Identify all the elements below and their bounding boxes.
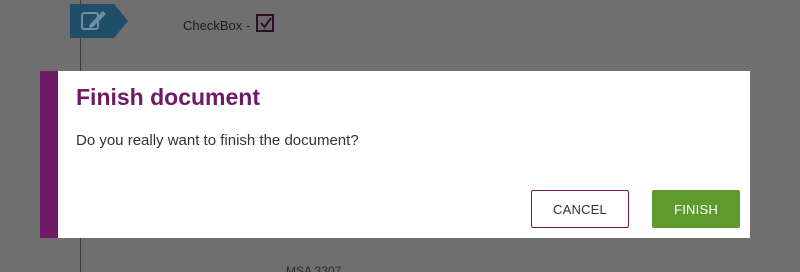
dialog-title: Finish document — [76, 84, 260, 110]
dialog-accent-bar — [40, 71, 58, 238]
check-icon — [260, 17, 272, 29]
dialog-message: Do you really want to finish the documen… — [76, 132, 359, 149]
finish-button[interactable]: FINISH — [652, 190, 740, 228]
edit-tag — [70, 4, 128, 38]
app-screen: CheckBox - MSA 3307 Finish document Do y… — [0, 0, 800, 272]
cancel-button[interactable]: CANCEL — [531, 190, 629, 228]
background-document-text: MSA 3307 — [286, 264, 342, 272]
checkbox-label: CheckBox - — [183, 18, 251, 33]
background-checkbox[interactable] — [256, 14, 274, 32]
finish-document-dialog: Finish document Do you really want to fi… — [40, 71, 750, 238]
edit-icon — [70, 4, 128, 38]
